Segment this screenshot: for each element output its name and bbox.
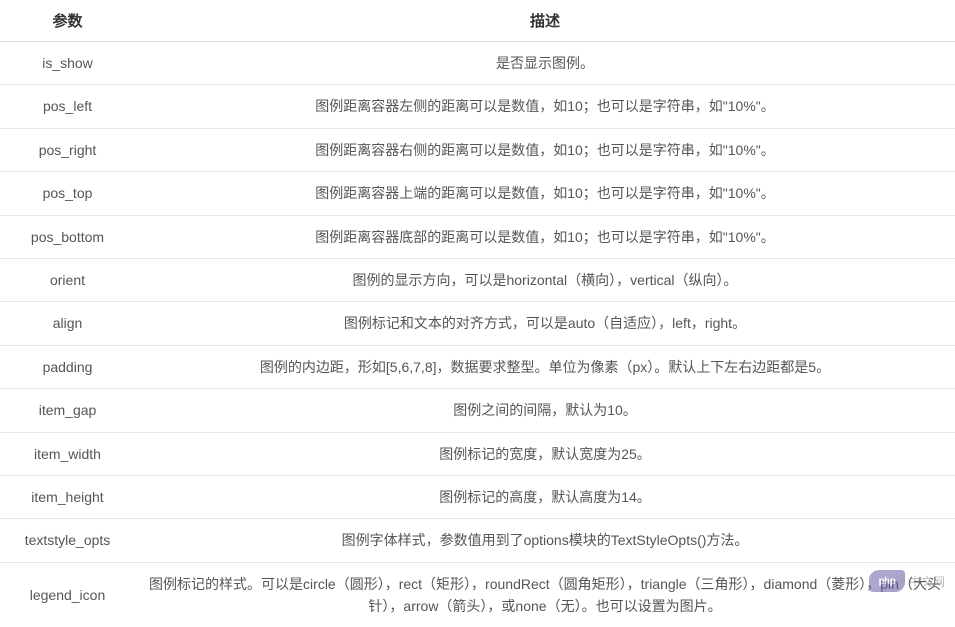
table-row: pos_left 图例距离容器左侧的距离可以是数值，如10；也可以是字符串，如"…	[0, 85, 955, 128]
header-desc: 描述	[135, 0, 955, 42]
desc-cell: 图例距离容器上端的距离可以是数值，如10；也可以是字符串，如"10%"。	[135, 172, 955, 215]
table-header: 参数 描述	[0, 0, 955, 42]
table-row: textstyle_opts 图例字体样式，参数值用到了options模块的Te…	[0, 519, 955, 562]
param-cell: is_show	[0, 42, 135, 85]
desc-cell: 图例距离容器右侧的距离可以是数值，如10；也可以是字符串，如"10%"。	[135, 128, 955, 171]
param-cell: textstyle_opts	[0, 519, 135, 562]
param-cell: pos_right	[0, 128, 135, 171]
table-row: align 图例标记和文本的对齐方式，可以是auto（自适应），left，rig…	[0, 302, 955, 345]
param-cell: item_height	[0, 475, 135, 518]
param-cell: pos_top	[0, 172, 135, 215]
desc-cell: 是否显示图例。	[135, 42, 955, 85]
desc-cell: 图例标记的样式。可以是circle（圆形），rect（矩形），roundRect…	[135, 562, 955, 627]
desc-cell: 图例标记和文本的对齐方式，可以是auto（自适应），left，right。	[135, 302, 955, 345]
param-cell: item_width	[0, 432, 135, 475]
param-cell: pos_left	[0, 85, 135, 128]
desc-cell: 图例标记的宽度，默认宽度为25。	[135, 432, 955, 475]
desc-cell: 图例字体样式，参数值用到了options模块的TextStyleOpts()方法…	[135, 519, 955, 562]
desc-cell: 图例的显示方向，可以是horizontal（横向），vertical（纵向）。	[135, 258, 955, 301]
desc-cell: 图例的内边距，形如[5,6,7,8]，数据要求整型。单位为像素（px）。默认上下…	[135, 345, 955, 388]
table-row: orient 图例的显示方向，可以是horizontal（横向），vertica…	[0, 258, 955, 301]
param-cell: legend_icon	[0, 562, 135, 627]
page-container: 参数 描述 is_show 是否显示图例。 pos_left 图例距离容器左侧的…	[0, 0, 955, 627]
desc-cell: 图例距离容器底部的距离可以是数值，如10；也可以是字符串，如"10%"。	[135, 215, 955, 258]
table-row: pos_right 图例距离容器右侧的距离可以是数值，如10；也可以是字符串，如…	[0, 128, 955, 171]
desc-cell: 图例标记的高度，默认高度为14。	[135, 475, 955, 518]
param-cell: align	[0, 302, 135, 345]
table-row: padding 图例的内边距，形如[5,6,7,8]，数据要求整型。单位为像素（…	[0, 345, 955, 388]
param-cell: padding	[0, 345, 135, 388]
table-body: is_show 是否显示图例。 pos_left 图例距离容器左侧的距离可以是数…	[0, 42, 955, 627]
table-row: pos_top 图例距离容器上端的距离可以是数值，如10；也可以是字符串，如"1…	[0, 172, 955, 215]
param-cell: item_gap	[0, 389, 135, 432]
table-row: pos_bottom 图例距离容器底部的距离可以是数值，如10；也可以是字符串，…	[0, 215, 955, 258]
table-row: item_height 图例标记的高度，默认高度为14。	[0, 475, 955, 518]
table-row: item_width 图例标记的宽度，默认宽度为25。	[0, 432, 955, 475]
table-row: item_gap 图例之间的间隔，默认为10。	[0, 389, 955, 432]
desc-cell: 图例之间的间隔，默认为10。	[135, 389, 955, 432]
param-cell: orient	[0, 258, 135, 301]
table-row: legend_icon 图例标记的样式。可以是circle（圆形），rect（矩…	[0, 562, 955, 627]
param-cell: pos_bottom	[0, 215, 135, 258]
table-header-row: 参数 描述	[0, 0, 955, 42]
header-param: 参数	[0, 0, 135, 42]
table-row: is_show 是否显示图例。	[0, 42, 955, 85]
params-table: 参数 描述 is_show 是否显示图例。 pos_left 图例距离容器左侧的…	[0, 0, 955, 627]
desc-cell: 图例距离容器左侧的距离可以是数值，如10；也可以是字符串，如"10%"。	[135, 85, 955, 128]
